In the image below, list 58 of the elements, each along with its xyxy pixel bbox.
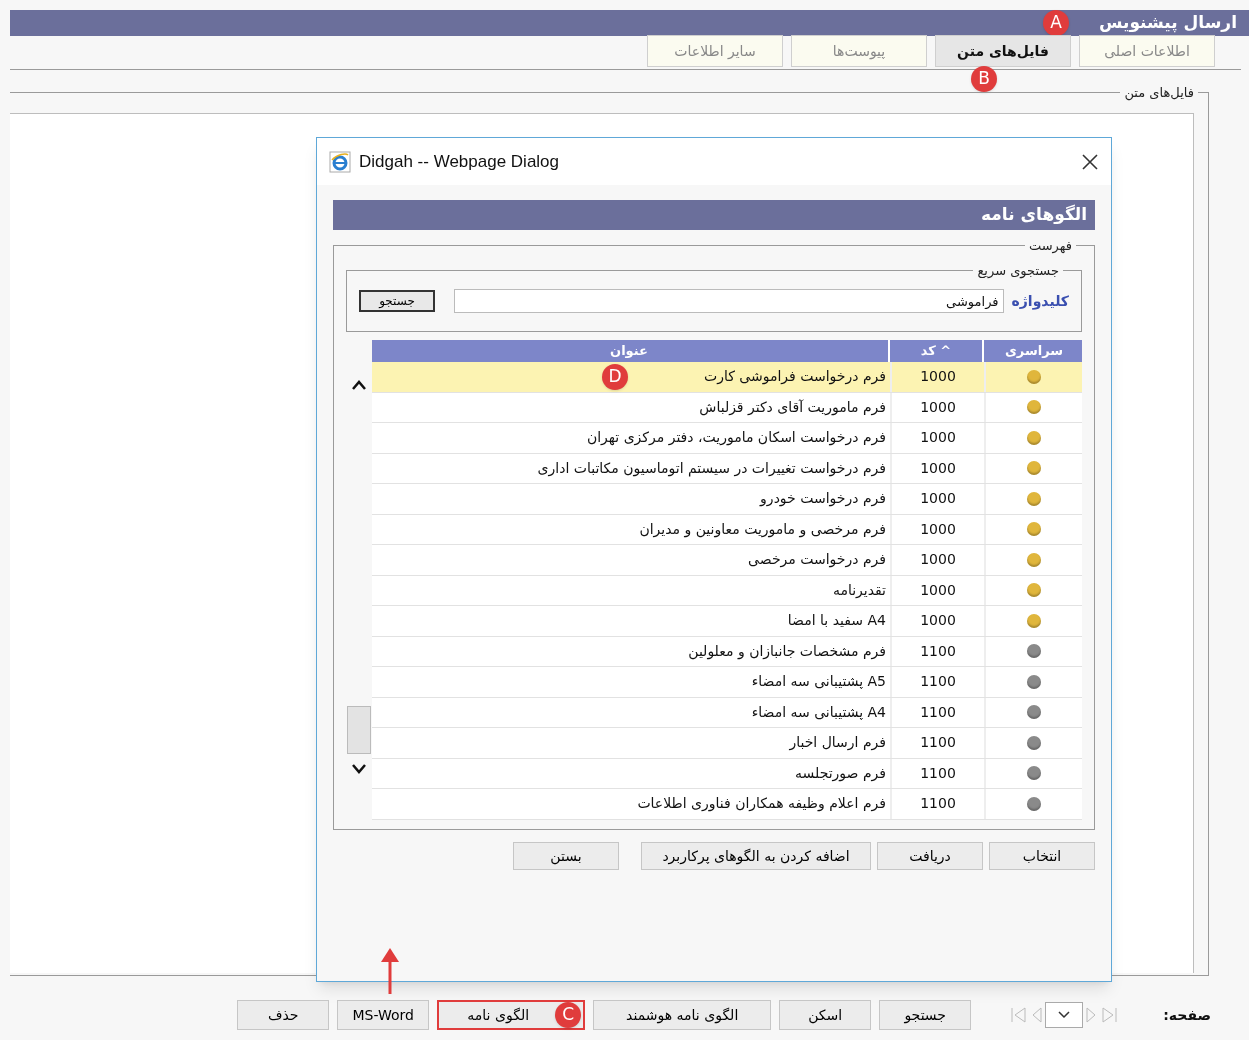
arrow-annotation [378, 946, 402, 996]
table-cell-text: فرم مرخصی و ماموریت معاونین و مدیران [639, 519, 886, 540]
table-cell-text: فرم اعلام وظیفه همکاران فناوری اطلاعات [637, 794, 886, 814]
previous-page-icon[interactable] [1031, 1006, 1044, 1024]
dialog-button[interactable]: دریافت [877, 842, 983, 870]
dialog-button[interactable]: اضافه کردن به الگوهای پرکاربرد [641, 842, 871, 870]
toolbar-button[interactable]: جستجو [879, 1000, 972, 1030]
table-cell-text: تقدیرنامه [832, 580, 886, 600]
scroll-down-icon[interactable] [351, 764, 367, 774]
table-cell-text: فرم درخواست مرخصی [748, 550, 886, 570]
close-icon[interactable] [1081, 152, 1099, 171]
keyword-input-field[interactable]: فراموشی [453, 289, 1004, 313]
toolbar-button[interactable]: حذف [237, 1000, 330, 1030]
table-cell: 1000 [890, 545, 986, 575]
chevron-down-icon [1058, 1011, 1071, 1019]
tab[interactable]: سایر اطلاعات [647, 35, 783, 67]
table-cell: 1100 [890, 667, 986, 697]
toolbar-button[interactable]: الگوی نامه هوشمند [593, 1000, 772, 1030]
table-cell-text: فرم درخواست فراموشی کارت [704, 367, 886, 387]
tab[interactable]: پیوست‌ها [791, 35, 927, 67]
search-button[interactable]: جستجو [359, 290, 435, 312]
browser-icon [329, 150, 351, 173]
tab[interactable]: اطلاعات اصلی [1079, 35, 1215, 67]
table-cell-text: فرم صورتجلسه [795, 763, 886, 784]
dialog-heading: الگوهای نامه [333, 200, 1095, 230]
page-title: ارسال پیشنویس [1098, 11, 1237, 35]
table-cell: 1000 [890, 362, 986, 392]
table-cell: 1000 [890, 484, 986, 514]
table-cell-text: فرم درخواست اسکان ماموریت، دفتر مرکزی تهران [586, 428, 886, 448]
table-cell: 1100 [890, 789, 986, 819]
page-select[interactable] [1045, 1002, 1084, 1028]
dialog-button[interactable]: انتخاب [989, 842, 1095, 870]
table-cell: 1000 [890, 606, 986, 636]
table-cell-text: فرم مشخصات جانبازان و معلولین [688, 641, 886, 662]
table-cell: 1100 [890, 728, 986, 758]
last-page-icon[interactable] [1099, 1006, 1120, 1024]
table-cell-text: A5 پشتیبانی سه امضاء [751, 672, 886, 692]
callout-marker: A [1043, 10, 1069, 36]
page-label: صفحه: [1163, 1005, 1211, 1025]
toolbar-button[interactable]: اسکن [779, 1000, 872, 1030]
table-cell-text: فرم درخواست تغییرات در سیستم اتوماسیون مکاتبات اداری [537, 458, 886, 479]
callout-marker: B [971, 66, 997, 92]
keyword-label: کلیدواژه [1011, 291, 1069, 312]
tab[interactable]: فایل‌های متن [935, 35, 1071, 67]
table-cell-text: فرم درخواست خودرو [760, 489, 886, 509]
toolbar-button[interactable]: MS-Word [337, 1000, 430, 1030]
table-cell-text: A4 پشتیبانی سه امضاء [751, 702, 886, 722]
next-page-icon[interactable] [1085, 1006, 1098, 1024]
table-cell: 1000 [890, 423, 986, 453]
table-cell-text: فرم ماموریت آقای دکتر قزلباش [699, 397, 886, 418]
callout-marker: D [602, 364, 628, 390]
callout-marker: C [555, 1002, 582, 1028]
dialog-button[interactable]: بستن [513, 842, 619, 870]
scroll-up-icon[interactable] [351, 380, 367, 390]
table-cell-text: A4 سفید با امضا [787, 611, 886, 631]
table-cell-text: فرم ارسال اخبار [789, 733, 886, 753]
scrollbar-thumb[interactable] [347, 706, 371, 754]
dialog-title: Didgah -- Webpage Dialog [359, 150, 560, 173]
